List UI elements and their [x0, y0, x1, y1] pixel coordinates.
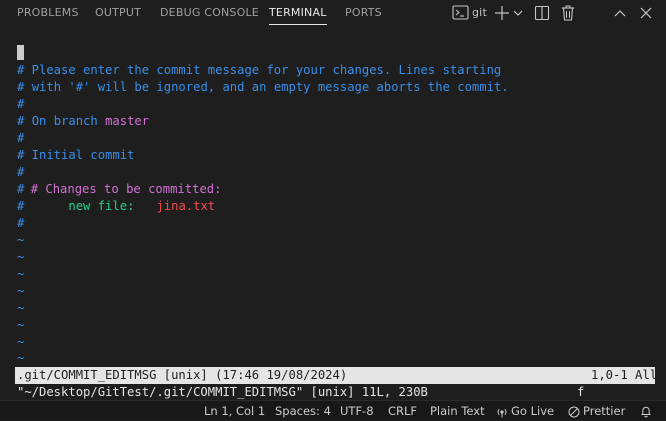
empty-line-tilde: ~ — [17, 284, 25, 298]
prettier-disabled-icon — [568, 406, 580, 417]
close-icon — [640, 7, 652, 19]
split-terminal-button[interactable] — [534, 3, 550, 23]
status-eol[interactable]: CRLF — [388, 401, 417, 421]
vim-file-info: .git/COMMIT_EDITMSG [unix] (17:46 19/08/… — [17, 368, 348, 382]
maximize-panel-button[interactable] — [612, 3, 628, 23]
status-go-live[interactable]: Go Live — [496, 401, 554, 421]
comment-hash: # — [17, 80, 25, 94]
bell-icon — [640, 406, 652, 418]
status-encoding[interactable]: UTF-8 — [340, 401, 374, 421]
new-terminal-button[interactable] — [494, 3, 510, 23]
empty-line-tilde: ~ — [17, 250, 25, 264]
comment-hash: # — [17, 182, 25, 196]
split-icon — [534, 5, 550, 21]
changes-heading: # Changes to be committed: — [30, 182, 222, 196]
terminal-line: # Please enter the commit message for yo… — [17, 63, 502, 77]
trash-icon — [562, 5, 574, 21]
comment-hash: # — [17, 114, 25, 128]
vim-message: "~/Desktop/GitTest/.git/COMMIT_EDITMSG" … — [17, 385, 428, 399]
branch-name: master — [105, 114, 150, 128]
empty-line-tilde: ~ — [17, 318, 25, 332]
prettier-label: Prettier — [583, 404, 626, 418]
terminal-line: # — [17, 131, 25, 145]
vim-pending-key: f — [577, 385, 585, 399]
tab-ports[interactable]: PORTS — [345, 0, 382, 26]
empty-line-tilde: ~ — [17, 335, 25, 349]
comment-hash: # — [17, 199, 25, 213]
status-bar: Ln 1, Col 1 Spaces: 4 UTF-8 CRLF Plain T… — [0, 400, 666, 420]
terminal-line: # # Changes to be committed: — [17, 181, 221, 198]
tab-problems[interactable]: PROBLEMS — [17, 0, 79, 26]
plus-icon — [495, 6, 509, 20]
empty-line-tilde: ~ — [17, 267, 25, 281]
terminal-dropdown-button[interactable] — [512, 3, 524, 23]
chevron-down-icon — [513, 10, 523, 16]
empty-line-tilde: ~ — [17, 351, 25, 365]
tab-terminal[interactable]: TERMINAL — [269, 0, 327, 26]
kill-terminal-button[interactable] — [560, 3, 576, 23]
terminal-name: git — [472, 6, 487, 19]
tab-debug-console[interactable]: DEBUG CONSOLE — [160, 0, 259, 26]
broadcast-icon — [497, 408, 507, 417]
vim-cursor-position: 1,0-1 All — [591, 368, 658, 382]
file-name: jina.txt — [156, 199, 216, 213]
terminal-line: # — [17, 216, 25, 230]
terminal-line: # Initial commit — [17, 148, 135, 162]
empty-line-tilde: ~ — [17, 233, 25, 247]
status-notifications[interactable] — [640, 401, 655, 421]
status-cursor-position[interactable]: Ln 1, Col 1 — [204, 401, 265, 421]
go-live-label: Go Live — [511, 404, 555, 418]
status-prettier[interactable]: Prettier — [568, 401, 625, 421]
terminal-line-text: with '#' will be ignored, and an empty m… — [31, 80, 509, 94]
terminal-line: # — [17, 165, 25, 179]
status-language[interactable]: Plain Text — [430, 401, 485, 421]
tab-output[interactable]: OUTPUT — [95, 0, 141, 26]
maximize-icon — [614, 10, 626, 17]
terminal-line: # new file: jina.txt — [17, 198, 215, 215]
terminal-cursor — [17, 45, 24, 60]
empty-line-tilde: ~ — [17, 301, 25, 315]
terminal-line: # — [17, 97, 25, 111]
terminal-line: # On branch master — [17, 113, 149, 130]
branch-label: On branch — [31, 114, 98, 128]
close-panel-button[interactable] — [638, 3, 654, 23]
terminal-line: # with '#' will be ignored, and an empty… — [17, 79, 509, 96]
new-file-label: new file: — [68, 199, 135, 213]
vim-status-line: .git/COMMIT_EDITMSG [unix] (17:46 19/08/… — [15, 367, 658, 384]
status-indentation[interactable]: Spaces: 4 — [275, 401, 331, 421]
panel-header: PROBLEMS OUTPUT DEBUG CONSOLE TERMINAL P… — [0, 0, 666, 26]
